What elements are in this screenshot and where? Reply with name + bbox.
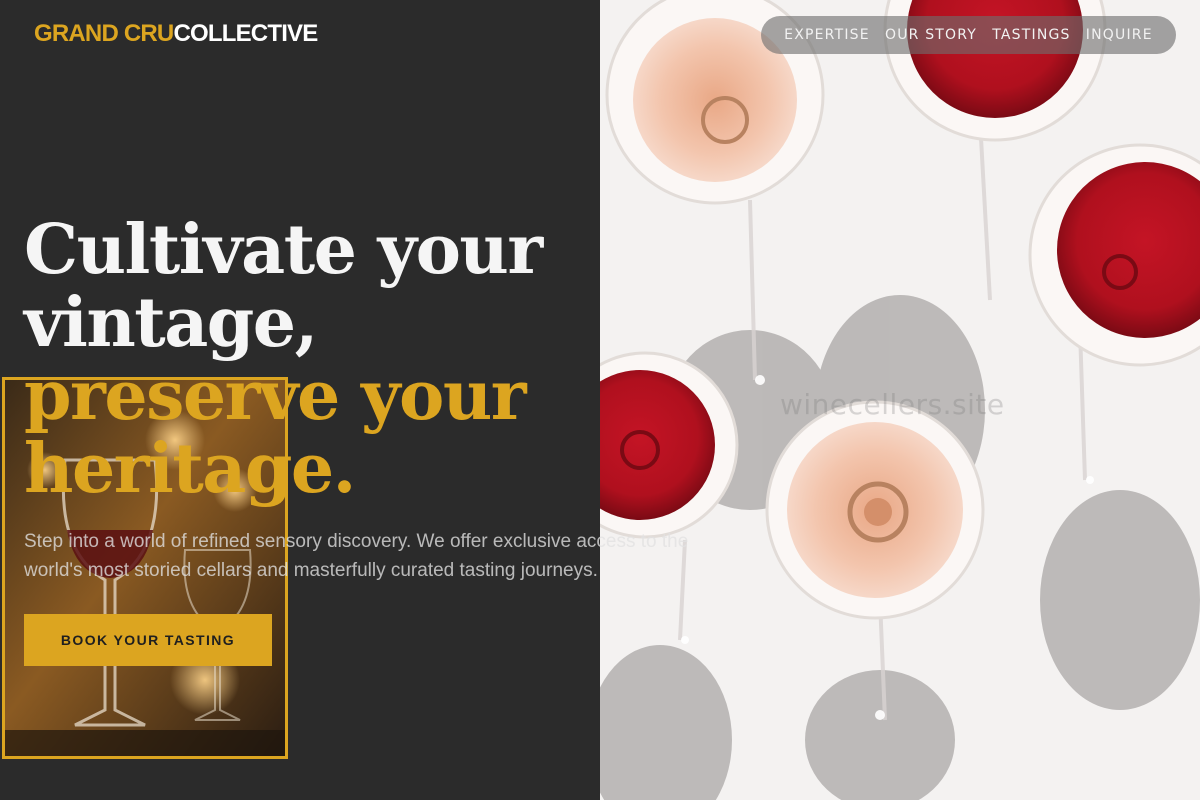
nav-item-expertise[interactable]: EXPERTISE [784, 27, 870, 43]
brand-logo-part1: GRAND CRU [34, 20, 174, 47]
hero-line-2: vintage, [24, 283, 318, 363]
hero-line-1: Cultivate your [24, 210, 543, 290]
book-tasting-button[interactable]: BOOK YOUR TASTING [24, 614, 272, 666]
hero-description: Step into a world of refined sensory dis… [24, 531, 689, 581]
main-navigation: EXPERTISE OUR STORY TASTINGS INQUIRE [761, 16, 1176, 54]
hero-line-4: heritage. [24, 429, 356, 509]
hero-line-3: preserve your [24, 356, 527, 436]
hero-headline: Cultivate your vintage, preserve your he… [24, 210, 543, 509]
watermark-text: winecellers.site [780, 388, 1005, 421]
brand-logo-part2: COLLECTIVE [173, 20, 318, 47]
hero-photo-wine-glasses: winecellers.site [600, 0, 1200, 800]
nav-item-inquire[interactable]: INQUIRE [1086, 27, 1153, 43]
brand-logo[interactable]: GRAND CRUCOLLECTIVE [34, 20, 318, 48]
nav-item-tastings[interactable]: TASTINGS [992, 27, 1070, 43]
nav-item-our-story[interactable]: OUR STORY [885, 27, 977, 43]
